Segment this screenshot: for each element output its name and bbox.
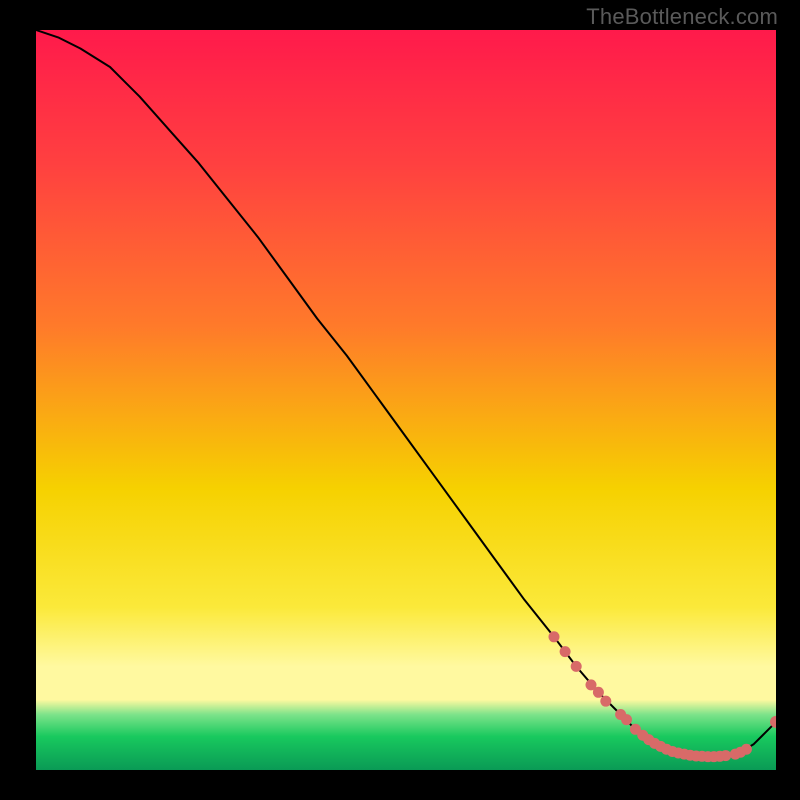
data-point bbox=[560, 646, 571, 657]
data-point bbox=[741, 744, 752, 755]
data-point bbox=[600, 696, 611, 707]
data-point bbox=[621, 714, 632, 725]
chart-background bbox=[36, 30, 776, 770]
data-point bbox=[549, 631, 560, 642]
chart-container bbox=[36, 30, 776, 770]
watermark-text: TheBottleneck.com bbox=[586, 4, 778, 30]
data-point bbox=[720, 750, 731, 761]
data-point bbox=[593, 687, 604, 698]
bottleneck-curve-chart bbox=[36, 30, 776, 770]
data-point bbox=[571, 661, 582, 672]
